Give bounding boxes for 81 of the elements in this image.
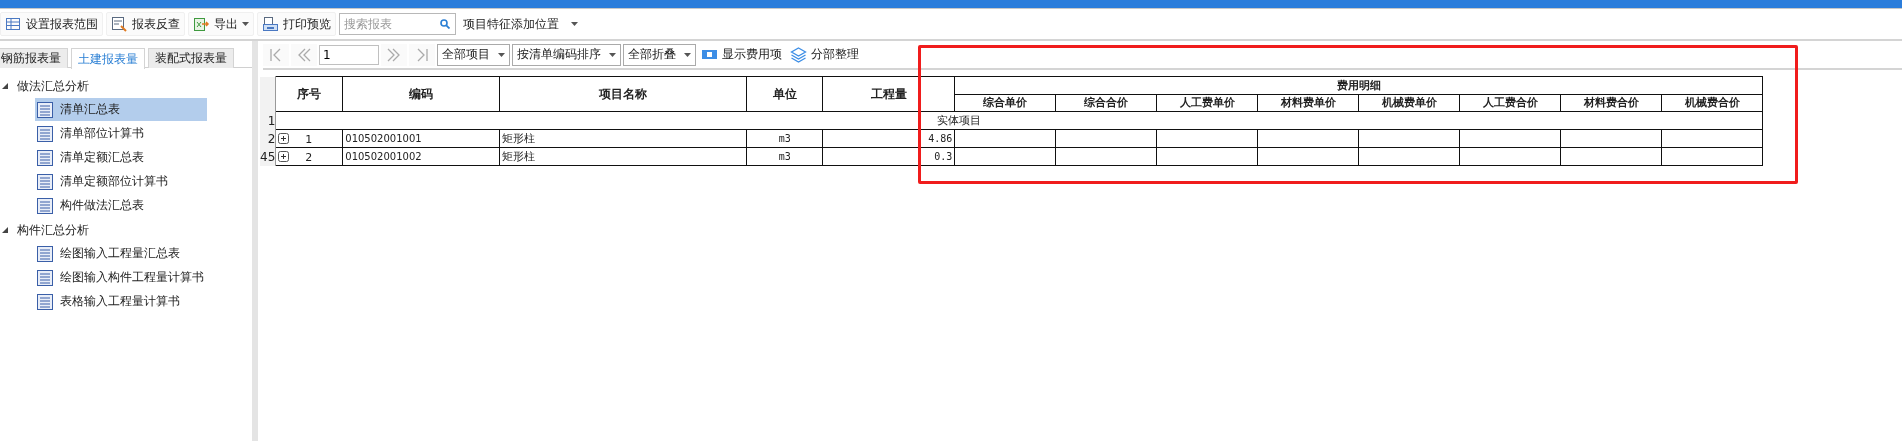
report-item[interactable]: 绘图输入工程量汇总表 bbox=[35, 242, 207, 265]
report-item[interactable]: 表格输入工程量计算书 bbox=[35, 290, 207, 313]
table-cell: 010502001002 bbox=[342, 147, 500, 166]
document-icon bbox=[37, 149, 53, 166]
column-header: 单位 bbox=[746, 76, 823, 112]
table-cell: 2 bbox=[305, 150, 313, 164]
position-dropdown[interactable]: 项目特征添加位置 bbox=[459, 13, 582, 35]
report-item[interactable]: 清单定额部位计算书 bbox=[35, 170, 207, 193]
document-icon bbox=[37, 125, 53, 142]
column-header: 编码 bbox=[342, 76, 500, 112]
report-tab[interactable]: 土建报表量 bbox=[71, 48, 145, 69]
document-icon bbox=[37, 197, 53, 214]
caret-icon bbox=[242, 22, 249, 26]
column-header: 综合单价 bbox=[954, 94, 1056, 112]
table-cell: m3 bbox=[746, 129, 823, 148]
toolbar-button[interactable]: 显示费用项 bbox=[698, 43, 785, 66]
toolbar-button[interactable]: 报表反查 bbox=[106, 12, 185, 36]
export-icon bbox=[193, 15, 210, 33]
plus-box-icon[interactable] bbox=[278, 133, 290, 145]
tree-group[interactable]: 构件汇总分析 bbox=[0, 218, 252, 242]
caret-icon bbox=[609, 52, 616, 57]
export-menu-button[interactable]: 导出 bbox=[188, 12, 254, 36]
column-header: 材料费单价 bbox=[1257, 94, 1359, 112]
collapse-triangle-icon bbox=[2, 83, 8, 89]
search-icon bbox=[440, 19, 450, 29]
last-page-button[interactable] bbox=[409, 43, 435, 66]
column-header: 工程量 bbox=[822, 76, 955, 112]
next-page-icon bbox=[387, 47, 401, 62]
report-item[interactable]: 绘图输入构件工程量计算书 bbox=[35, 266, 207, 289]
layers-icon bbox=[790, 46, 807, 63]
report-item[interactable]: 清单定额汇总表 bbox=[35, 146, 207, 169]
search-field[interactable]: 搜索报表 bbox=[339, 13, 456, 35]
table-cell: 矩形柱 bbox=[499, 129, 747, 148]
previous-page-icon bbox=[297, 47, 311, 62]
column-header: 序号 bbox=[275, 76, 343, 112]
collapse-triangle-icon bbox=[2, 227, 8, 233]
caret-icon bbox=[571, 22, 578, 26]
next-page-button[interactable] bbox=[381, 43, 407, 66]
group-label: 实体项目 bbox=[937, 114, 982, 127]
report-item[interactable]: 清单部位计算书 bbox=[35, 122, 207, 145]
filter-dropdown[interactable]: 全部项目 bbox=[437, 43, 510, 66]
column-header: 人工费合价 bbox=[1459, 94, 1561, 112]
printer-icon bbox=[262, 15, 279, 33]
report-tab[interactable]: 装配式报表量 bbox=[148, 48, 234, 68]
document-icon bbox=[37, 269, 53, 286]
column-header: 项目名称 bbox=[499, 76, 747, 112]
document-icon bbox=[37, 173, 53, 190]
document-icon bbox=[37, 101, 53, 118]
table-cell: 4.86 bbox=[822, 129, 955, 148]
first-page-button[interactable] bbox=[263, 43, 289, 66]
toolbar-button[interactable]: 分部整理 bbox=[787, 43, 862, 66]
column-header: 机械费单价 bbox=[1358, 94, 1460, 112]
last-page-icon bbox=[415, 47, 429, 62]
report-item[interactable]: 构件做法汇总表 bbox=[35, 194, 207, 217]
column-header: 人工费单价 bbox=[1156, 94, 1258, 112]
column-header: 材料费合价 bbox=[1560, 94, 1662, 112]
table-cell: 0.3 bbox=[822, 147, 955, 166]
document-icon bbox=[37, 293, 53, 310]
column-header: 机械费合价 bbox=[1661, 94, 1763, 112]
report-tab[interactable]: 钢筋报表量 bbox=[0, 48, 68, 68]
table-cell: 010502001001 bbox=[342, 129, 500, 148]
column-header: 综合合价 bbox=[1055, 94, 1157, 112]
column-group-header: 费用明细 bbox=[954, 76, 1763, 94]
previous-page-button[interactable] bbox=[291, 43, 317, 66]
table-search-icon bbox=[111, 15, 128, 33]
caret-icon bbox=[498, 52, 505, 57]
first-page-icon bbox=[269, 47, 283, 62]
table-icon bbox=[5, 15, 22, 33]
filter-dropdown[interactable]: 全部折叠 bbox=[623, 43, 696, 66]
document-icon bbox=[37, 245, 53, 262]
toolbar-button[interactable]: 打印预览 bbox=[257, 12, 336, 36]
tree-group[interactable]: 做法汇总分析 bbox=[0, 74, 252, 98]
caret-icon bbox=[684, 52, 691, 57]
filter-dropdown[interactable]: 按清单编码排序 bbox=[512, 43, 621, 66]
table-cell: m3 bbox=[746, 147, 823, 166]
toolbar-button[interactable]: 设置报表范围 bbox=[0, 12, 103, 36]
table-cell: 矩形柱 bbox=[499, 147, 747, 166]
plus-box-icon[interactable] bbox=[278, 151, 290, 163]
table-cell: 1 bbox=[305, 132, 313, 146]
report-item[interactable]: 清单汇总表 bbox=[35, 98, 207, 121]
page-field[interactable]: 1 bbox=[319, 44, 379, 65]
